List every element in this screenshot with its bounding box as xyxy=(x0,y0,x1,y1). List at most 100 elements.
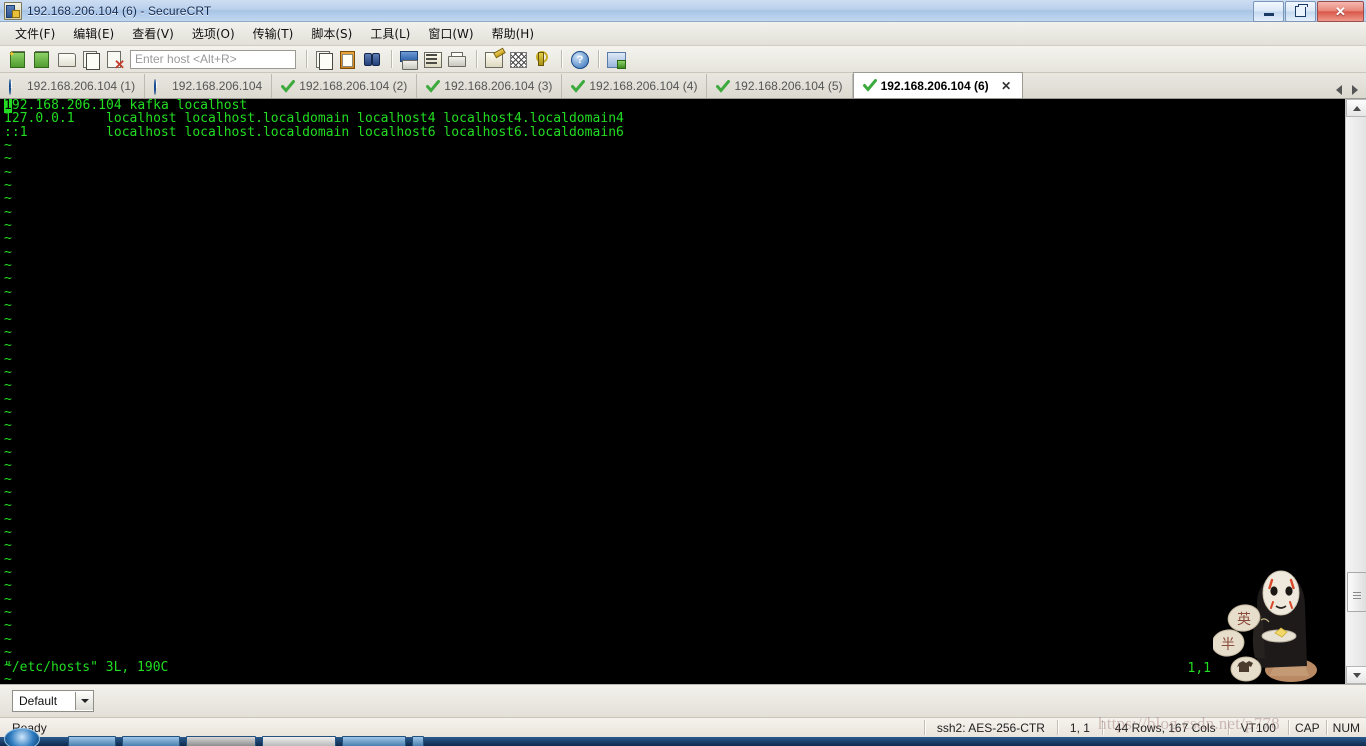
tab-session-6[interactable]: 192.168.206.104 (5) xyxy=(707,74,853,98)
terminal-empty-line-marker: ~ xyxy=(4,231,12,247)
tab-scroll-right-icon[interactable] xyxy=(1352,85,1358,95)
disconnect-icon[interactable]: ✕ xyxy=(104,49,126,71)
menu-view[interactable]: 查看(V) xyxy=(123,22,183,45)
key-icon[interactable] xyxy=(531,49,553,70)
close-button[interactable]: ✕ xyxy=(1317,1,1364,22)
tab-session-2[interactable]: 192.168.206.104 xyxy=(145,74,273,98)
tab-session-7-active[interactable]: 192.168.206.104 (6) ✕ xyxy=(852,72,1023,98)
taskbar-item[interactable] xyxy=(186,736,256,746)
terminal-empty-line-marker: ~ xyxy=(4,525,12,540)
tab-close-icon[interactable]: ✕ xyxy=(1000,79,1013,93)
restore-button[interactable] xyxy=(1285,1,1316,22)
close-icon: ✕ xyxy=(1335,3,1346,19)
find-icon[interactable] xyxy=(361,49,383,70)
terminal-empty-line-marker: ~ xyxy=(4,605,12,621)
window-controls: ✕ xyxy=(1253,1,1364,22)
scroll-down-button[interactable] xyxy=(1346,666,1366,684)
new-session-icon[interactable]: ✦ xyxy=(8,49,30,70)
menu-tools[interactable]: 工具(L) xyxy=(361,22,419,45)
tab-label: 192.168.206.104 (2) xyxy=(299,79,408,93)
terminal-empty-line-marker: ~ xyxy=(4,484,12,500)
svg-text:半: 半 xyxy=(1221,637,1235,653)
tab-session-1[interactable]: 192.168.206.104 (1) xyxy=(0,74,146,98)
menu-options[interactable]: 选项(O) xyxy=(183,22,244,45)
terminal-empty-line-marker: ~ xyxy=(4,151,12,167)
search-input[interactable]: Enter host <Alt+R> xyxy=(130,49,296,69)
terminal-empty-line-marker: ~ xyxy=(4,404,12,420)
taskbar-item[interactable] xyxy=(262,736,336,746)
securecrt-window: 192.168.206.104 (6) - SecureCRT ✕ 文件(F) … xyxy=(0,0,1366,746)
scrollbar-thumb[interactable] xyxy=(1347,572,1366,612)
tab-session-4[interactable]: 192.168.206.104 (3) xyxy=(417,74,563,98)
paste-icon[interactable] xyxy=(337,49,359,70)
log-session-icon[interactable] xyxy=(422,49,444,70)
status-emulation: VT100 xyxy=(1240,720,1276,735)
session-options-icon[interactable] xyxy=(483,47,506,70)
terminal-empty-line-marker: ~ xyxy=(4,178,12,194)
terminal-line: 127.0.0.1 localhost localhost.localdomai… xyxy=(4,111,624,127)
session-profile-select[interactable]: Default xyxy=(12,690,95,712)
taskbar-item[interactable] xyxy=(412,736,424,746)
copy-icon[interactable] xyxy=(313,49,335,70)
help-icon[interactable]: ? xyxy=(568,49,590,70)
taskbar-item[interactable] xyxy=(122,736,180,746)
check-icon xyxy=(716,79,731,93)
terminal-empty-line-marker: ~ xyxy=(4,391,12,407)
terminal-empty-line-marker: ~ xyxy=(4,284,12,300)
terminal-empty-line-marker: ~ xyxy=(4,431,12,447)
terminal-empty-line-marker: ~ xyxy=(4,138,12,154)
session-bar: Default xyxy=(0,684,1366,717)
menu-window[interactable]: 窗口(W) xyxy=(419,22,482,45)
tab-label: 192.168.206.104 (6) xyxy=(880,78,989,93)
terminal-empty-line-marker: ~ xyxy=(4,164,12,180)
taskbar-item[interactable] xyxy=(342,736,406,746)
check-icon xyxy=(571,79,586,93)
tab-session-5[interactable]: 192.168.206.104 (4) xyxy=(562,74,708,98)
tab-label: 192.168.206.104 (4) xyxy=(589,79,698,93)
toggle-raw-icon[interactable] xyxy=(507,49,529,70)
menu-transfer[interactable]: 传输(T) xyxy=(244,22,303,45)
start-button-icon[interactable] xyxy=(4,727,40,746)
print-screen-icon[interactable] xyxy=(398,49,420,70)
window-tile-icon[interactable] xyxy=(605,49,627,70)
terminal-empty-line-marker: ~ xyxy=(4,578,12,594)
terminal-empty-line-marker: ~ xyxy=(4,351,12,367)
terminal-empty-line-marker: ~ xyxy=(4,551,12,567)
info-icon xyxy=(154,78,167,95)
menu-file[interactable]: 文件(F) xyxy=(6,22,64,45)
terminal-scrollbar[interactable] xyxy=(1345,99,1366,684)
tab-label: 192.168.206.104 xyxy=(172,79,263,93)
terminal-empty-line-marker: ~ xyxy=(4,191,12,207)
terminal-empty-line-marker: ~ xyxy=(4,565,12,581)
reconnect-icon[interactable] xyxy=(80,49,102,70)
tab-scroll-controls xyxy=(1328,85,1366,98)
status-cursor-position: 1, 1 xyxy=(1069,720,1090,735)
scroll-up-button[interactable] xyxy=(1346,99,1366,117)
terminal-empty-line-marker: ~ xyxy=(4,418,12,434)
terminal-screen[interactable]: 192.168.206.104 kafka localhost 127.0.0.1… xyxy=(0,99,1345,684)
window-title: 192.168.206.104 (6) - SecureCRT xyxy=(27,3,212,18)
taskbar-item[interactable] xyxy=(68,736,116,746)
menu-help[interactable]: 帮助(H) xyxy=(483,22,543,45)
minimize-button[interactable] xyxy=(1253,1,1284,22)
windows-taskbar xyxy=(0,727,1366,746)
connect-local-shell-icon[interactable] xyxy=(56,49,78,70)
status-bar: Ready ssh2: AES-256-CTR 1, 1 44 Rows, 16… xyxy=(0,717,1366,737)
menu-script[interactable]: 脚本(S) xyxy=(302,22,361,45)
terminal-empty-line-marker: ~ xyxy=(4,498,12,514)
connect-sftp-icon[interactable] xyxy=(32,49,54,70)
terminal-empty-line-marker: ~ xyxy=(4,511,12,527)
terminal-empty-line-marker: ~ xyxy=(4,271,12,287)
print-icon[interactable] xyxy=(446,49,468,70)
terminal-empty-line-marker: ~ xyxy=(4,311,12,327)
check-icon xyxy=(281,79,296,93)
toolbar-divider xyxy=(476,50,477,68)
terminal-empty-line-marker: ~ xyxy=(4,324,12,340)
tab-session-3[interactable]: 192.168.206.104 (2) xyxy=(272,74,418,98)
terminal-empty-line-marker: ~ xyxy=(4,258,12,274)
menu-edit[interactable]: 编辑(E) xyxy=(64,22,123,45)
chevron-down-icon[interactable] xyxy=(75,692,94,710)
tab-scroll-left-icon[interactable] xyxy=(1336,85,1342,95)
terminal-line: ::1 localhost localhost.localdomain loca… xyxy=(4,124,624,140)
terminal-line: 192.168.206.104 kafka localhost xyxy=(4,99,248,113)
